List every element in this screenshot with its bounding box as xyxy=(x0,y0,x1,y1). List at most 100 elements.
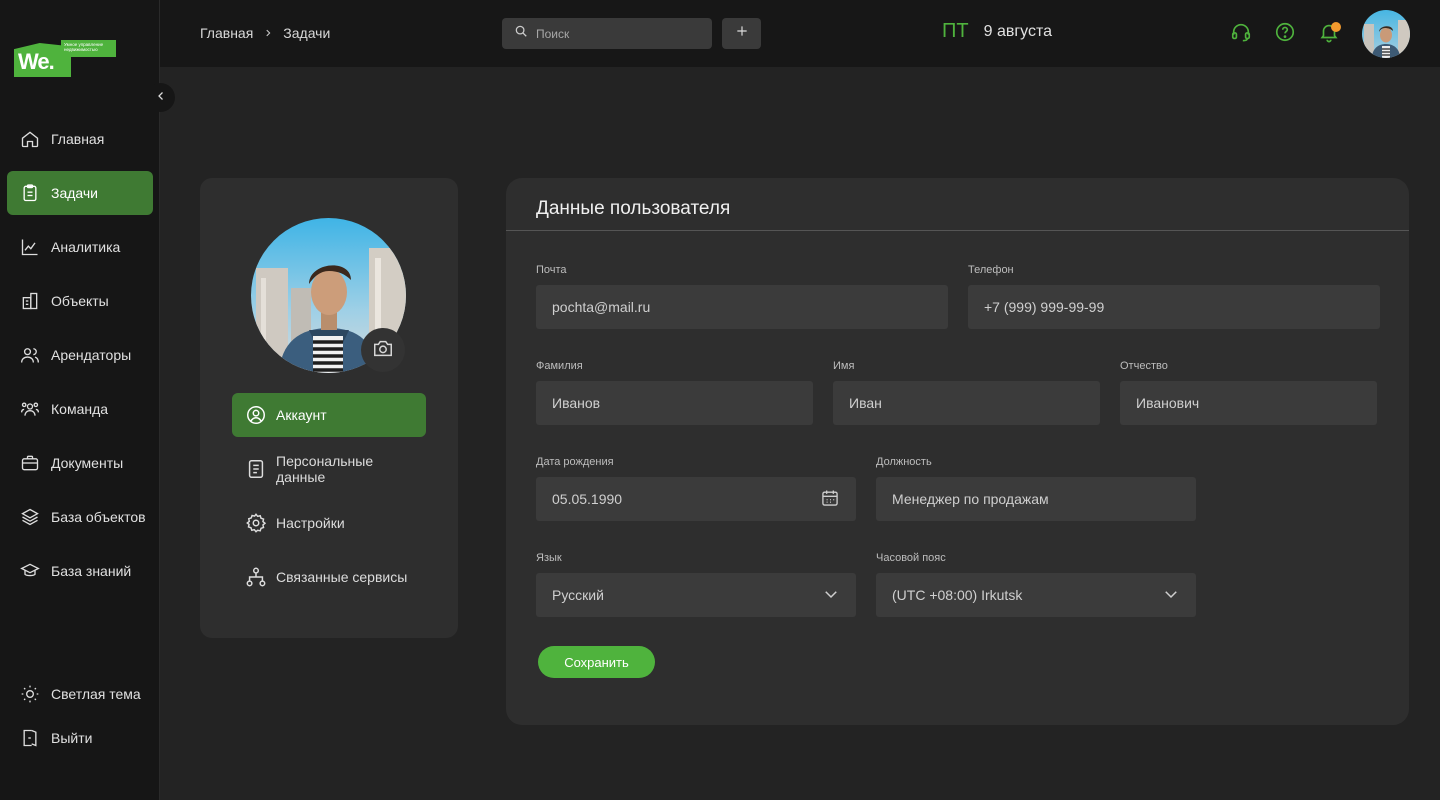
sidebar-item-label: База знаний xyxy=(51,563,132,579)
language-select[interactable]: Русский xyxy=(536,573,856,617)
sidebar-item-objects-base[interactable]: База объектов xyxy=(7,495,153,539)
chevron-down-icon xyxy=(822,585,840,606)
weekday: ПТ xyxy=(942,20,969,42)
chart-icon xyxy=(20,237,40,257)
sidebar-item-documents[interactable]: Документы xyxy=(7,441,153,485)
sidebar-item-label: Светлая тема xyxy=(51,686,141,702)
help-button[interactable] xyxy=(1272,21,1298,47)
users-icon xyxy=(20,345,40,365)
layers-icon xyxy=(20,507,40,527)
tab-settings[interactable]: Настройки xyxy=(232,501,426,545)
logo[interactable]: We. Умное управление недвижимостью xyxy=(14,40,116,78)
support-button[interactable] xyxy=(1228,21,1254,47)
chevron-left-icon xyxy=(155,89,167,107)
language-label: Язык xyxy=(536,552,562,564)
clipboard-icon xyxy=(20,183,40,203)
building-icon xyxy=(20,291,40,311)
tab-label: Аккаунт xyxy=(276,407,327,423)
network-icon xyxy=(245,566,267,588)
search-icon xyxy=(514,24,528,43)
sidebar-item-tenants[interactable]: Арендаторы xyxy=(7,333,153,377)
sidebar-item-label: Арендаторы xyxy=(51,347,132,363)
patronymic-label: Отчество xyxy=(1120,360,1168,372)
briefcase-icon xyxy=(20,453,40,473)
position-field[interactable]: Менеджер по продажам xyxy=(876,477,1196,521)
position-value: Менеджер по продажам xyxy=(892,491,1049,507)
avatar[interactable] xyxy=(1362,10,1410,58)
sun-icon xyxy=(20,684,40,704)
first-name-field-group: Имя Иван xyxy=(833,360,1100,425)
add-button[interactable] xyxy=(722,18,761,49)
sidebar-item-label: Аналитика xyxy=(51,239,121,255)
tab-label: Связанные сервисы xyxy=(276,569,408,585)
home-icon xyxy=(20,129,40,149)
phone-field-group: Телефон +7 (999) 999-99-99 xyxy=(968,264,1380,329)
timezone-label: Часовой пояс xyxy=(876,552,946,564)
sidebar-item-analytics[interactable]: Аналитика xyxy=(7,225,153,269)
sidebar-nav: Главная Задачи Аналитика Объекты Арендат… xyxy=(7,117,153,603)
camera-icon xyxy=(372,337,394,364)
sidebar-item-light-theme[interactable]: Светлая тема xyxy=(7,672,153,716)
sidebar-item-logout[interactable]: Выйти xyxy=(7,716,153,760)
sidebar-item-team[interactable]: Команда xyxy=(7,387,153,431)
timezone-field-group: Часовой пояс (UTC +08:00) Irkutsk xyxy=(876,552,1196,617)
email-field-group: Почта pochta@mail.ru xyxy=(536,264,948,329)
tab-label: Настройки xyxy=(276,515,345,531)
timezone-value: (UTC +08:00) Irkutsk xyxy=(892,587,1023,603)
tab-linked-services[interactable]: Связанные сервисы xyxy=(232,555,426,599)
chevron-right-icon xyxy=(263,28,273,38)
logout-icon xyxy=(20,728,40,748)
divider xyxy=(506,230,1409,231)
email-value: pochta@mail.ru xyxy=(552,299,651,315)
current-date: ПТ 9 августа xyxy=(942,20,1052,43)
calendar-icon[interactable] xyxy=(820,488,840,511)
sidebar-item-label: Главная xyxy=(51,131,105,147)
user-data-form: Данные пользователя Почта pochta@mail.ru… xyxy=(506,178,1409,725)
sidebar-item-home[interactable]: Главная xyxy=(7,117,153,161)
notifications-button[interactable] xyxy=(1316,21,1342,47)
phone-label: Телефон xyxy=(968,264,1014,276)
sidebar-item-label: Команда xyxy=(51,401,109,417)
sidebar-item-label: Объекты xyxy=(51,293,109,309)
sidebar-item-label: Задачи xyxy=(51,185,99,201)
search-input[interactable] xyxy=(536,26,696,41)
chevron-down-icon xyxy=(1162,585,1180,606)
sidebar-item-objects[interactable]: Объекты xyxy=(7,279,153,323)
sidebar-item-knowledge-base[interactable]: База знаний xyxy=(7,549,153,593)
patronymic-value: Иванович xyxy=(1136,395,1200,411)
email-label: Почта xyxy=(536,264,567,276)
first-name-field[interactable]: Иван xyxy=(833,381,1100,425)
logo-tagline: Умное управление недвижимостью xyxy=(61,40,116,57)
language-value: Русский xyxy=(552,587,604,603)
sidebar-bottom: Светлая тема Выйти xyxy=(7,672,153,760)
save-button[interactable]: Сохранить xyxy=(538,646,655,678)
notification-badge xyxy=(1331,22,1341,32)
timezone-select[interactable]: (UTC +08:00) Irkutsk xyxy=(876,573,1196,617)
patronymic-field[interactable]: Иванович xyxy=(1120,381,1377,425)
birth-date-field[interactable]: 05.05.1990 xyxy=(536,477,856,521)
last-name-field[interactable]: Иванов xyxy=(536,381,813,425)
change-photo-button[interactable] xyxy=(361,328,405,372)
tab-account[interactable]: Аккаунт xyxy=(232,393,426,437)
breadcrumb: Главная Задачи xyxy=(200,25,330,41)
graduation-cap-icon xyxy=(20,561,40,581)
tab-personal-data[interactable]: Персональные данные xyxy=(232,447,426,491)
phone-value: +7 (999) 999-99-99 xyxy=(984,299,1105,315)
email-field[interactable]: pochta@mail.ru xyxy=(536,285,948,329)
birth-date-field-group: Дата рождения 05.05.1990 xyxy=(536,456,856,521)
position-label: Должность xyxy=(876,456,932,468)
gear-icon xyxy=(245,512,267,534)
tab-label: Персональные данные xyxy=(276,453,374,485)
team-icon xyxy=(20,399,40,419)
sidebar-item-label: База объектов xyxy=(51,509,146,525)
position-field-group: Должность Менеджер по продажам xyxy=(876,456,1196,521)
profile-menu: Аккаунт Персональные данные Настройки Св… xyxy=(232,393,426,609)
sidebar-collapse-button[interactable] xyxy=(146,83,175,112)
birth-date-value: 05.05.1990 xyxy=(552,491,623,507)
phone-field[interactable]: +7 (999) 999-99-99 xyxy=(968,285,1380,329)
page-title: Данные пользователя xyxy=(536,198,731,219)
headset-icon xyxy=(1230,21,1252,48)
sidebar-item-tasks[interactable]: Задачи xyxy=(7,171,153,215)
sidebar: We. Умное управление недвижимостью Главн… xyxy=(0,0,160,800)
breadcrumb-home[interactable]: Главная xyxy=(200,25,253,41)
